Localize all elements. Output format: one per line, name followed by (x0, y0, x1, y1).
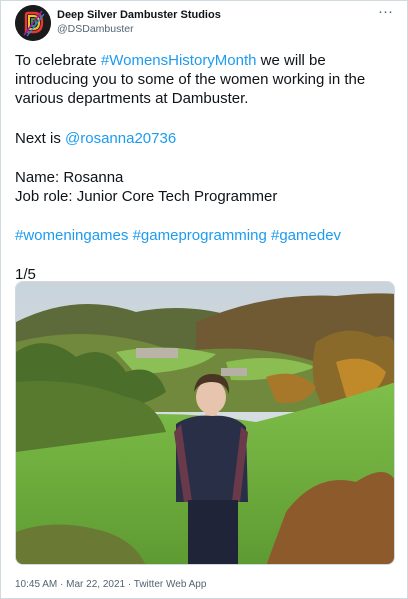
avatar[interactable] (15, 5, 51, 41)
mention-link[interactable]: @rosanna20736 (65, 130, 176, 147)
tweet-header: Deep Silver Dambuster Studios @DSDambust… (15, 4, 397, 41)
tweet-timestamp[interactable]: 10:45 AM · Mar 22, 2021 · Twitter Web Ap… (15, 579, 206, 590)
more-options-icon[interactable]: ··· (378, 4, 393, 19)
tweet-photo[interactable] (15, 281, 395, 565)
name-line: Name: Rosanna (15, 168, 124, 186)
intro-prefix: To celebrate (15, 52, 101, 69)
hashtag-link[interactable]: #gamedev (271, 227, 341, 244)
hashtag-link[interactable]: #womeningames (15, 227, 128, 244)
account-names: Deep Silver Dambuster Studios @DSDambust… (57, 8, 221, 36)
intro-paragraph: To celebrate #WomensHistoryMonth we will… (15, 51, 399, 109)
dambuster-logo-icon (15, 5, 51, 41)
tweet-text: To celebrate #WomensHistoryMonth we will… (15, 51, 399, 285)
next-paragraph: Next is @rosanna20736 (15, 129, 399, 148)
display-name[interactable]: Deep Silver Dambuster Studios (57, 8, 221, 22)
landscape-photo (16, 282, 394, 564)
account-handle[interactable]: @DSDambuster (57, 22, 221, 36)
hashtags-line: #womeningames #gameprogramming #gamedev (15, 226, 399, 245)
hashtag-link[interactable]: #gameprogramming (133, 227, 267, 244)
next-prefix: Next is (15, 129, 66, 147)
role-line: Job role: Junior Core Tech Programmer (15, 188, 278, 206)
tweet-card: Deep Silver Dambuster Studios @DSDambust… (0, 0, 408, 599)
hashtag-link[interactable]: #WomensHistoryMonth (101, 52, 257, 69)
